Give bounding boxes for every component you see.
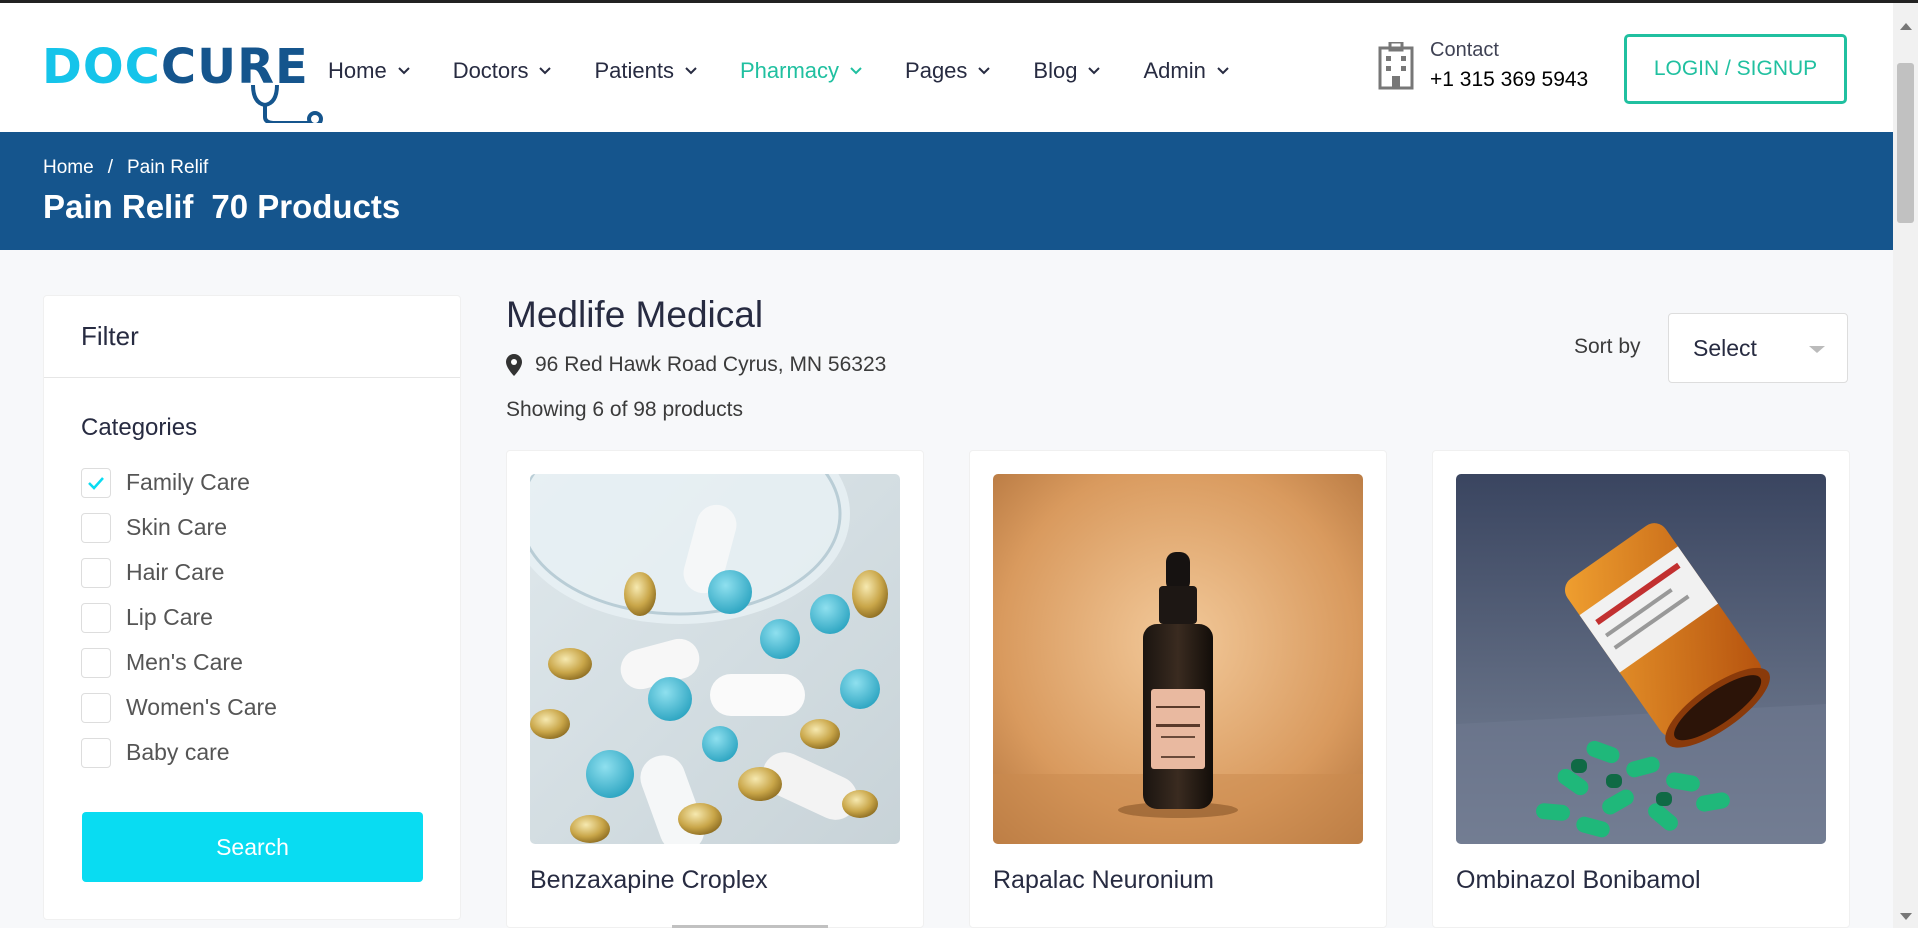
checkbox[interactable]: [81, 467, 111, 498]
nav-item-home[interactable]: Home: [328, 58, 411, 84]
chevron-down-icon: [397, 67, 410, 75]
category-label: Hair Care: [126, 559, 225, 585]
category-label: Men's Care: [126, 649, 243, 675]
map-pin-icon: [506, 354, 522, 376]
category-label: Baby care: [126, 739, 230, 765]
chevron-down-icon: [1088, 67, 1101, 75]
product-name[interactable]: Benzaxapine Croplex: [530, 866, 768, 895]
chevron-down-icon: [1217, 67, 1229, 75]
search-button[interactable]: Search: [82, 812, 423, 882]
checkbox[interactable]: [81, 647, 111, 678]
breadcrumb: Home / Pain Relif: [43, 157, 208, 179]
pills-capsules-image: [530, 474, 900, 844]
filter-panel: Filter Categories Family Care Skin Care …: [43, 295, 461, 920]
product-name[interactable]: Ombinazol Bonibamol: [1456, 866, 1701, 895]
product-card[interactable]: Benzaxapine Croplex: [506, 450, 924, 928]
product-image-pills[interactable]: [530, 474, 900, 844]
nav-label: Patients: [594, 58, 674, 83]
product-image-pill-bottle[interactable]: [1456, 474, 1826, 844]
site-header: DOCCURE Home Doctors Patients Pharmacy P…: [0, 3, 1893, 132]
nav-label: Home: [328, 58, 387, 83]
scroll-down-arrow-icon[interactable]: [1900, 913, 1912, 920]
product-image-serum[interactable]: [993, 474, 1363, 844]
stethoscope-icon: [251, 84, 323, 123]
vertical-scrollbar[interactable]: [1893, 3, 1918, 928]
category-skin-care[interactable]: Skin Care: [81, 505, 460, 550]
product-name[interactable]: Rapalac Neuronium: [993, 866, 1214, 895]
spilled-pill-bottle-image: [1456, 474, 1826, 844]
page-title-name: Pain Relif: [43, 188, 194, 225]
checkbox[interactable]: [81, 557, 111, 588]
caret-down-icon: [1809, 346, 1825, 353]
results-count: Showing 6 of 98 products: [506, 398, 743, 421]
serum-bottle-image: [993, 474, 1363, 844]
main-nav: Home Doctors Patients Pharmacy Pages Blo…: [328, 51, 1272, 91]
chevron-down-icon: [539, 67, 552, 75]
category-family-care[interactable]: Family Care: [81, 460, 460, 505]
nav-label: Blog: [1033, 58, 1078, 83]
logo[interactable]: DOCCURE: [42, 35, 323, 123]
category-mens-care[interactable]: Men's Care: [81, 640, 460, 685]
filter-title: Filter: [44, 296, 460, 378]
hospital-icon: [1378, 41, 1414, 89]
category-hair-care[interactable]: Hair Care: [81, 550, 460, 595]
category-label: Lip Care: [126, 604, 213, 630]
category-baby-care[interactable]: Baby care: [81, 730, 460, 775]
category-label: Women's Care: [126, 694, 277, 720]
breadcrumb-home[interactable]: Home: [43, 157, 94, 179]
nav-item-admin[interactable]: Admin: [1143, 58, 1229, 84]
nav-label: Pages: [905, 58, 968, 83]
category-label: Skin Care: [126, 514, 227, 540]
store-name: Medlife Medical: [506, 294, 764, 335]
breadcrumb-separator: /: [107, 157, 113, 178]
nav-item-patients[interactable]: Patients: [594, 58, 698, 84]
sort-selected-value: Select: [1693, 334, 1757, 361]
check-icon: [88, 476, 104, 490]
page-title-count: 70 Products: [211, 188, 401, 225]
sort-label: Sort by: [1574, 335, 1641, 358]
page-title: Pain Relif 70 Products: [43, 188, 418, 226]
nav-label: Admin: [1143, 58, 1206, 83]
nav-item-doctors[interactable]: Doctors: [453, 58, 553, 84]
nav-item-pages[interactable]: Pages: [905, 58, 991, 84]
checkbox[interactable]: [81, 602, 111, 633]
category-lip-care[interactable]: Lip Care: [81, 595, 460, 640]
checkbox[interactable]: [81, 512, 111, 543]
category-label: Family Care: [126, 469, 250, 495]
scrollbar-thumb[interactable]: [1897, 63, 1914, 223]
categories-title: Categories: [81, 414, 198, 441]
breadcrumb-bar: Home / Pain Relif Pain Relif 70 Products: [0, 132, 1893, 250]
store-address-text: 96 Red Hawk Road Cyrus, MN 56323: [535, 353, 887, 376]
login-signup-button[interactable]: LOGIN / SIGNUP: [1624, 34, 1847, 104]
scroll-up-arrow-icon[interactable]: [1900, 23, 1912, 30]
nav-label: Doctors: [452, 58, 529, 83]
chevron-down-icon: [850, 67, 862, 75]
breadcrumb-current: Pain Relif: [126, 157, 209, 178]
chevron-down-icon: [685, 67, 697, 75]
nav-item-pharmacy[interactable]: Pharmacy: [740, 58, 863, 84]
product-card[interactable]: Ombinazol Bonibamol: [1432, 450, 1850, 928]
checkbox[interactable]: [81, 692, 111, 723]
logo-doc: DOC: [42, 39, 161, 95]
product-card[interactable]: Rapalac Neuronium: [969, 450, 1387, 928]
chevron-down-icon: [978, 67, 991, 75]
contact-phone[interactable]: +1 315 369 5943: [1430, 68, 1588, 92]
nav-item-blog[interactable]: Blog: [1033, 58, 1101, 84]
contact-label: Contact: [1430, 39, 1499, 61]
checkbox[interactable]: [81, 737, 111, 768]
nav-label: Pharmacy: [739, 58, 840, 83]
category-womens-care[interactable]: Women's Care: [81, 685, 460, 730]
category-list: Family Care Skin Care Hair Care Lip Care…: [81, 460, 460, 775]
sort-select[interactable]: Select: [1668, 313, 1848, 383]
store-address: 96 Red Hawk Road Cyrus, MN 56323: [506, 353, 886, 377]
header-contact: Contact +1 315 369 5943: [1376, 39, 1588, 92]
